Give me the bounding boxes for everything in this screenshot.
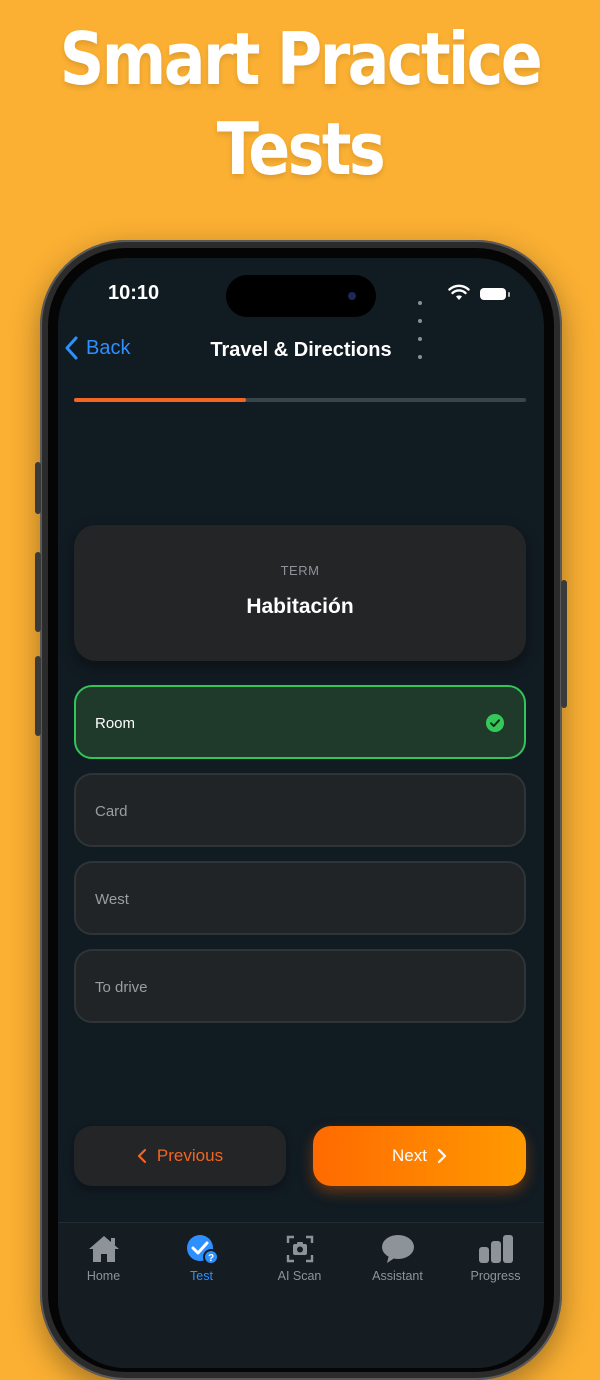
battery-icon: [480, 288, 506, 300]
status-time: 10:10: [108, 282, 160, 304]
tab-label: Assistant: [372, 1269, 423, 1283]
headline-line-2: Tests: [216, 107, 386, 191]
answer-option-label: To drive: [95, 979, 148, 996]
tab-home[interactable]: Home: [58, 1233, 152, 1283]
answer-option-label: Card: [95, 803, 128, 820]
previous-label: Previous: [156, 1146, 224, 1165]
progress-fill: [74, 398, 246, 402]
bar-chart-icon: [478, 1235, 513, 1263]
checkmark-circle-icon: [486, 714, 504, 732]
chevron-left-icon: [137, 1148, 147, 1164]
phone-volume-down: [35, 656, 41, 736]
tab-ai-scan[interactable]: AI Scan: [251, 1233, 348, 1283]
answer-option-4[interactable]: To drive: [74, 949, 526, 1023]
term-label: TERM: [280, 563, 320, 578]
tab-label: Test: [190, 1269, 213, 1283]
answer-option-label: West: [95, 891, 129, 908]
test-check-icon: ?: [186, 1235, 219, 1265]
answer-option-3[interactable]: West: [74, 861, 526, 935]
home-icon: [88, 1236, 119, 1262]
svg-text:?: ?: [207, 1253, 213, 1264]
phone-side-button: [35, 462, 41, 514]
headline-line-1: Smart Practice: [59, 17, 543, 101]
next-button[interactable]: Next: [313, 1126, 526, 1186]
tab-progress[interactable]: Progress: [447, 1233, 544, 1283]
term-card: TERM Habitación: [74, 525, 526, 661]
tab-bar: Home ? Test AI Scan Assistant Progress: [58, 1222, 544, 1368]
term-word: Habitación: [246, 595, 354, 618]
answer-option-label: Room: [95, 715, 136, 732]
front-camera-icon: [348, 292, 356, 300]
dynamic-island: [226, 275, 376, 317]
tab-test[interactable]: ? Test: [153, 1233, 250, 1283]
tab-assistant[interactable]: Assistant: [349, 1233, 446, 1283]
tab-label: Home: [86, 1269, 121, 1283]
next-label: Next: [392, 1146, 427, 1165]
answer-option-1[interactable]: Room: [74, 685, 526, 759]
progress-bar: [74, 398, 526, 402]
battery-tip: [508, 292, 510, 297]
promo-headline: Smart Practice Tests: [0, 14, 600, 194]
wifi-icon: [448, 284, 470, 300]
app-screen: 10:10 Back Travel & Directions TERM Habi…: [58, 258, 544, 1368]
phone-power-button: [561, 580, 567, 708]
chevron-right-icon: [437, 1148, 447, 1164]
chat-bubble-icon: [381, 1235, 414, 1263]
phone-volume-up: [35, 552, 41, 632]
camera-scan-icon: [286, 1235, 313, 1263]
tab-label: AI Scan: [277, 1269, 322, 1283]
answer-option-2[interactable]: Card: [74, 773, 526, 847]
page-title: Travel & Directions: [210, 339, 392, 361]
tab-label: Progress: [470, 1269, 521, 1283]
previous-button[interactable]: Previous: [74, 1126, 286, 1186]
